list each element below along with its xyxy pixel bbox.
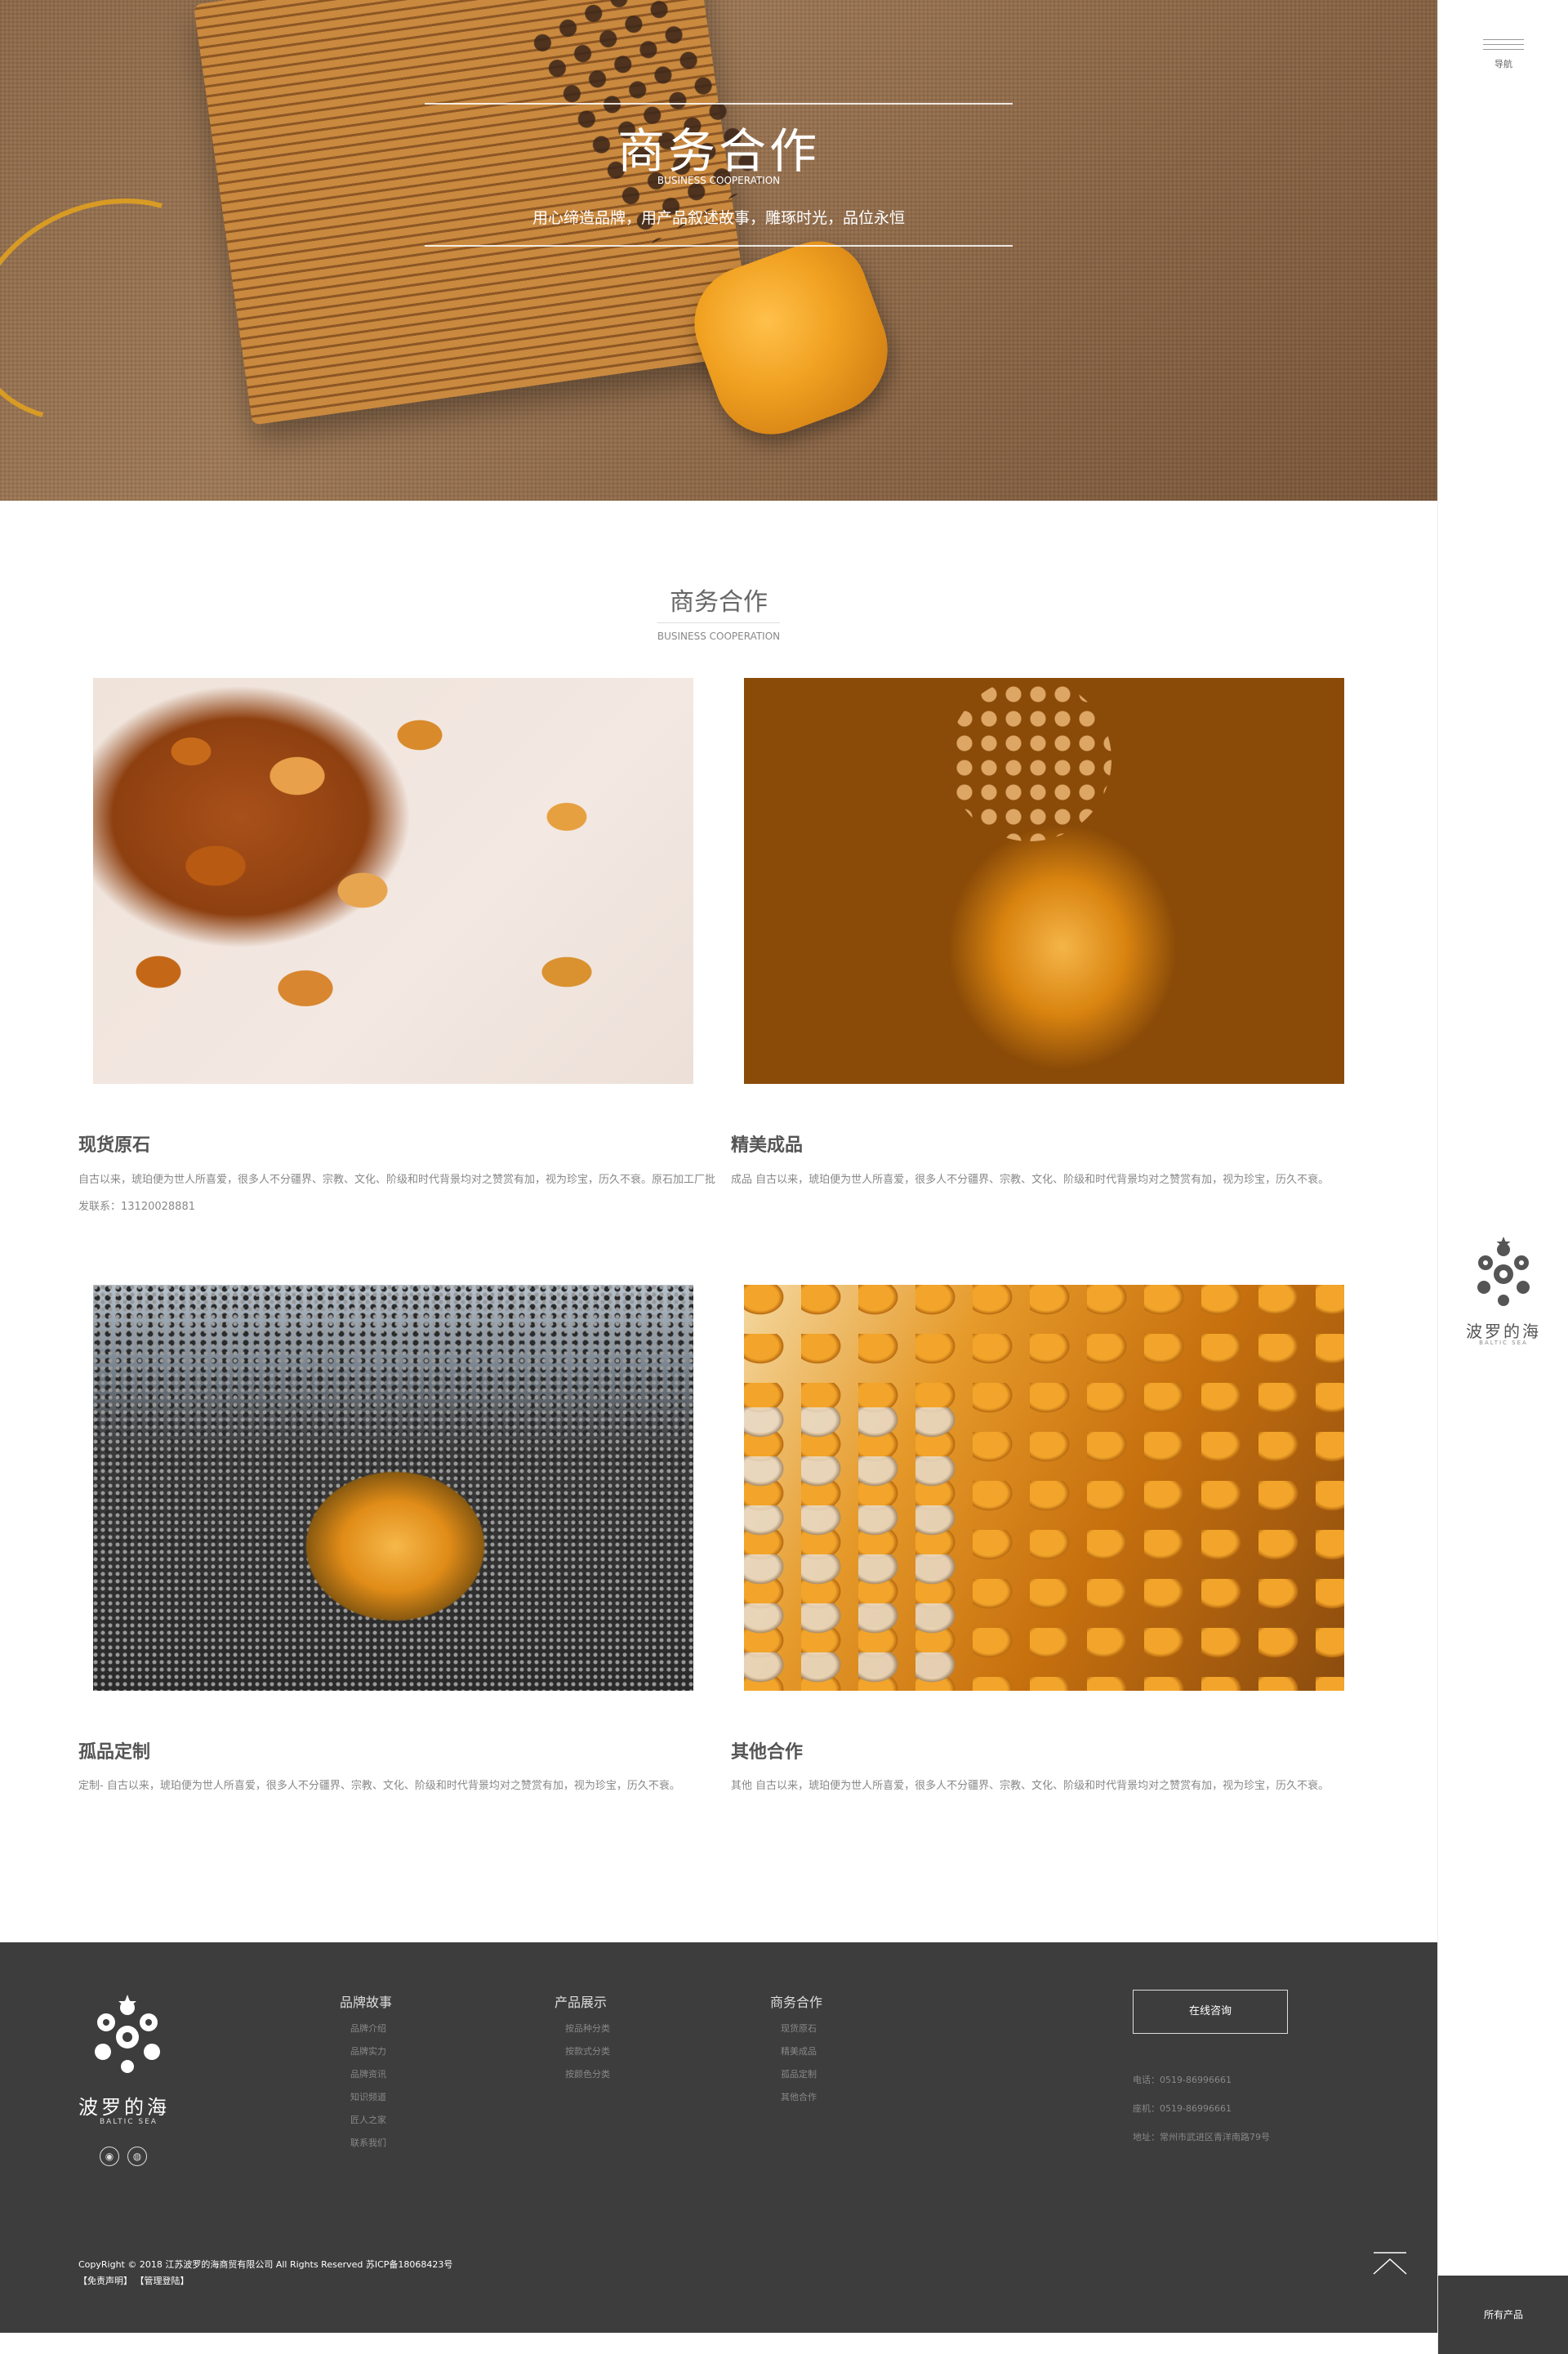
footer-link[interactable]: 品牌介绍 bbox=[340, 2017, 392, 2040]
right-sidebar: 导航 波罗的海 BALTIC SEA 所有产品 bbox=[1437, 0, 1568, 2354]
brand-logo-icon bbox=[95, 1995, 160, 2073]
card-image-amber-beads[interactable] bbox=[744, 1285, 1344, 1691]
footer-link[interactable]: 孤品定制 bbox=[770, 2063, 822, 2086]
back-to-top-icon[interactable] bbox=[1372, 2251, 1408, 2276]
footer-link[interactable]: 品牌资讯 bbox=[340, 2063, 392, 2086]
footer-column-title[interactable]: 品牌故事 bbox=[340, 1991, 392, 2011]
card-image-raw-amber[interactable] bbox=[93, 678, 693, 1084]
hero-banner: 商务合作 BUSINESS COOPERATION 用心缔造品牌，用产品叙述故事… bbox=[0, 0, 1437, 501]
card-title[interactable]: 孤品定制 bbox=[78, 1737, 150, 1763]
sidebar-brand-en: BALTIC SEA bbox=[1479, 1340, 1528, 1346]
footer-column-cooperation: 商务合作 现货原石 精美成品 孤品定制 其他合作 bbox=[770, 1991, 822, 2109]
footer-link[interactable]: 按颜色分类 bbox=[555, 2063, 610, 2086]
card-text: 自古以来，琥珀便为世人所喜爱，很多人不分疆界、宗教、文化、阶级和时代背景均对之赞… bbox=[78, 1174, 716, 1213]
footer-fax: 座机：0519-86996661 bbox=[1133, 2103, 1232, 2114]
menu-label[interactable]: 导航 bbox=[1438, 57, 1568, 70]
footer-copyright: CopyRight © 2018 江苏波罗的海商贸有限公司 All Rights… bbox=[78, 2259, 453, 2270]
decoration-beads bbox=[948, 678, 1111, 841]
card-text: 其他 自古以来，琥珀便为世人所喜爱，很多人不分疆界、宗教、文化、阶级和时代背景均… bbox=[731, 1780, 1330, 1792]
hero-title: 商务合作 bbox=[617, 123, 820, 179]
card-text: 成品 自古以来，琥珀便为世人所喜爱，很多人不分疆界、宗教、文化、阶级和时代背景均… bbox=[731, 1174, 1330, 1186]
footer-link[interactable]: 按款式分类 bbox=[555, 2040, 610, 2063]
footer-link[interactable]: 现货原石 bbox=[770, 2017, 822, 2040]
card-text: 定制- 自古以来，琥珀便为世人所喜爱，很多人不分疆界、宗教、文化、阶级和时代背景… bbox=[78, 1780, 680, 1792]
card-image-custom-stone[interactable] bbox=[93, 1285, 693, 1691]
all-products-button[interactable]: 所有产品 bbox=[1438, 2276, 1568, 2354]
footer: 波罗的海 BALTIC SEA ◉ ◍ 品牌故事 品牌介绍 品牌实力 品牌资讯 … bbox=[0, 1942, 1437, 2333]
footer-link[interactable]: 按品种分类 bbox=[555, 2017, 610, 2040]
card-title[interactable]: 现货原石 bbox=[78, 1130, 150, 1157]
main-content: 商务合作 BUSINESS COOPERATION 用心缔造品牌，用产品叙述故事… bbox=[0, 0, 1437, 2354]
footer-address: 地址：常州市武进区青洋南路79号 bbox=[1133, 2132, 1270, 2142]
hero-slogan: 用心缔造品牌，用产品叙述故事，雕琢时光，品位永恒 bbox=[532, 209, 905, 227]
footer-legal-links[interactable]: 【免责声明】 【管理登陆】 bbox=[78, 2274, 189, 2287]
footer-column-brand-story: 品牌故事 品牌介绍 品牌实力 品牌资讯 知识频道 匠人之家 联系我们 bbox=[340, 1991, 392, 2155]
footer-phone: 电话：0519-86996661 bbox=[1133, 2075, 1232, 2085]
decoration-pale-beads bbox=[744, 1407, 956, 1691]
footer-column-title[interactable]: 商务合作 bbox=[770, 1991, 822, 2011]
menu-icon[interactable] bbox=[1483, 39, 1524, 56]
hero-top-rule bbox=[425, 103, 1013, 105]
online-consult-button[interactable]: 在线咨询 bbox=[1133, 1990, 1288, 2034]
qq-icon[interactable]: ◉ bbox=[100, 2147, 119, 2166]
section-subtitle-en: BUSINESS COOPERATION bbox=[657, 631, 781, 642]
footer-column-title[interactable]: 产品展示 bbox=[555, 1991, 610, 2011]
card-title[interactable]: 精美成品 bbox=[731, 1130, 803, 1157]
footer-link[interactable]: 其他合作 bbox=[770, 2086, 822, 2109]
footer-link[interactable]: 联系我们 bbox=[340, 2132, 392, 2155]
footer-link[interactable]: 匠人之家 bbox=[340, 2109, 392, 2132]
sidebar-logo-icon bbox=[1477, 1237, 1530, 1306]
page: 商务合作 BUSINESS COOPERATION 用心缔造品牌，用产品叙述故事… bbox=[0, 0, 1568, 2354]
section-divider bbox=[657, 622, 780, 623]
wechat-icon[interactable]: ◍ bbox=[127, 2147, 147, 2166]
section-title: 商务合作 bbox=[670, 588, 768, 617]
footer-link[interactable]: 知识频道 bbox=[340, 2086, 392, 2109]
hero-bottom-rule bbox=[425, 245, 1013, 247]
hero-subtitle-en: BUSINESS COOPERATION bbox=[657, 175, 781, 186]
footer-link[interactable]: 品牌实力 bbox=[340, 2040, 392, 2063]
sidebar-brand: 波罗的海 bbox=[1466, 1322, 1541, 1341]
footer-brand-en: BALTIC SEA bbox=[100, 2118, 158, 2126]
card-image-finished-pendant[interactable] bbox=[744, 678, 1344, 1084]
footer-column-products: 产品展示 按品种分类 按款式分类 按颜色分类 bbox=[555, 1991, 610, 2086]
footer-brand: 波罗的海 bbox=[78, 2096, 170, 2119]
card-title[interactable]: 其他合作 bbox=[731, 1737, 803, 1763]
footer-link[interactable]: 精美成品 bbox=[770, 2040, 822, 2063]
